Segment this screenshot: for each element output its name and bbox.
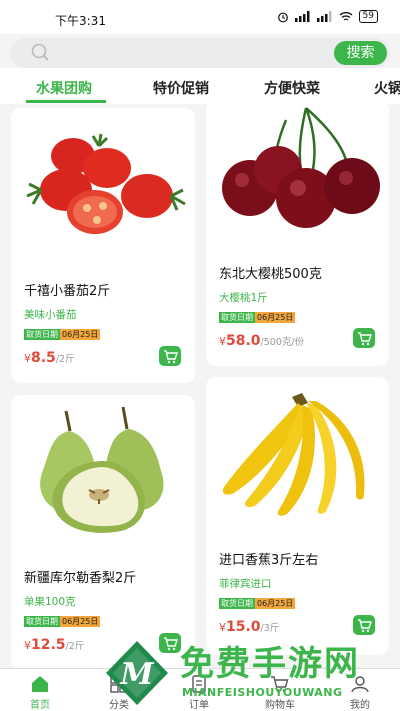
watermark-subtitle: MIANFEISHOUYOUWANG [182,686,343,699]
tab-fruit-group-buy[interactable]: 水果团购 [36,78,92,98]
site-watermark: M 免费手游网 MIANFEISHOUYOUWANG [102,636,400,711]
alarm-icon [277,12,288,22]
product-name: 千禧小番茄2斤 [24,284,111,299]
search-input[interactable] [62,43,322,63]
watermark-logo-letter: M [119,657,154,692]
pickup-date-label: 取货日期 [219,312,255,323]
cart-icon [358,619,372,633]
signal-icon-2 [316,11,332,22]
nav-label: 首页 [30,700,50,711]
price-unit: /3斤 [260,623,280,634]
battery-icon: 59 [358,10,378,23]
price-unit: /500克/份 [260,337,305,348]
cart-icon [164,350,178,364]
tab-special-offers[interactable]: 特价促销 [153,78,209,98]
watermark-logo: M [106,641,168,705]
home-icon [32,676,48,692]
pickup-date-value: 06月25日 [60,329,101,340]
nav-home[interactable]: 首页 [10,669,70,711]
pickup-date-value: 06月25日 [255,598,296,609]
wifi-icon [339,12,352,21]
search-bar: 搜索 [10,38,390,68]
price-currency: ¥ [24,639,31,652]
price-currency: ¥ [219,621,226,634]
pickup-date-badge: 取货日期 06月25日 [24,616,101,627]
price-unit: /2斤 [55,354,75,365]
cart-icon [358,332,372,346]
tab-hotpot[interactable]: 火锅 [374,78,400,98]
pickup-date-value: 06月25日 [60,616,101,627]
search-icon [31,43,49,61]
product-subtitle: 美味小番茄 [24,309,77,321]
product-subtitle: 菲律宾进口 [219,578,272,590]
product-price: ¥58.0/500克/份 [219,330,304,349]
cherry-image [222,107,380,228]
price-value: 8.5 [31,350,56,366]
price-value: 15.0 [226,619,261,635]
pear-image [40,406,164,533]
pickup-date-badge: 取货日期 06月25日 [24,329,101,340]
product-name: 新疆库尔勒香梨2斤 [24,571,137,586]
product-price: ¥15.0/3斤 [219,616,279,635]
price-currency: ¥ [24,352,31,365]
banana-image [222,393,365,516]
add-to-cart-button[interactable] [159,346,181,366]
product-card[interactable]: 东北大樱桃500克 大樱桃1斤 取货日期 06月25日 ¥58.0/500克/份 [206,100,389,366]
product-card[interactable]: 千禧小番茄2斤 美味小番茄 取货日期 06月25日 ¥8.5/2斤 [11,108,195,383]
product-price: ¥8.5/2斤 [24,347,75,366]
status-bar: 下午3:31 59 [0,0,400,34]
status-time: 下午3:31 [55,14,106,28]
cherry-tomato-image [26,133,186,234]
product-card[interactable]: 新疆库尔勒香梨2斤 单果100克 取货日期 06月25日 ¥12.5/2斤 [11,395,195,670]
active-tab-indicator [26,100,106,103]
product-subtitle: 单果100克 [24,596,76,608]
price-value: 12.5 [31,637,66,653]
pickup-date-value: 06月25日 [255,312,296,323]
product-card[interactable]: 进口香蕉3斤左右 菲律宾进口 取货日期 06月25日 ¥15.0/3斤 [206,377,389,655]
price-value: 58.0 [226,333,261,349]
add-to-cart-button[interactable] [353,328,375,348]
search-button[interactable]: 搜索 [334,41,387,65]
pickup-date-badge: 取货日期 06月25日 [219,312,296,323]
add-to-cart-button[interactable] [353,615,375,635]
category-tabs: 水果团购 特价促销 方便快菜 火锅 [0,68,400,104]
pickup-date-label: 取货日期 [24,616,60,627]
pickup-date-label: 取货日期 [219,598,255,609]
signal-icon [294,11,310,22]
product-name: 进口香蕉3斤左右 [219,553,319,568]
product-price: ¥12.5/2斤 [24,634,84,653]
pickup-date-label: 取货日期 [24,329,60,340]
status-icons: 59 [277,10,378,23]
pickup-date-badge: 取货日期 06月25日 [219,598,296,609]
price-unit: /2斤 [65,641,85,652]
product-subtitle: 大樱桃1斤 [219,292,268,304]
tab-quick-dishes[interactable]: 方便快菜 [264,78,320,98]
price-currency: ¥ [219,335,226,348]
product-name: 东北大樱桃500克 [219,267,322,282]
watermark-title: 免费手游网 [180,644,360,684]
